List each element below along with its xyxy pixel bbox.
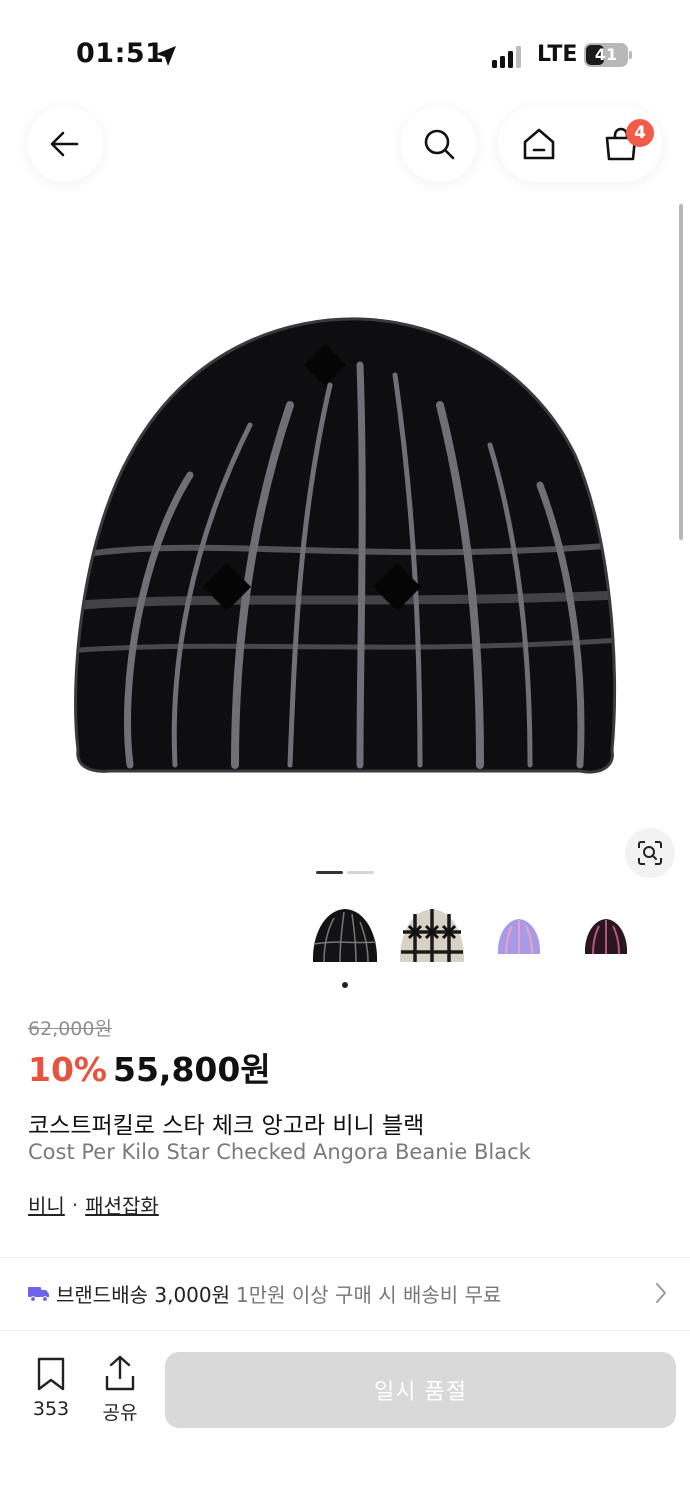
- truck-icon: [28, 1287, 49, 1302]
- variant-thumbnails: [310, 904, 658, 970]
- search-button[interactable]: [401, 106, 477, 182]
- product-title-english: Cost Per Kilo Star Checked Angora Beanie…: [28, 1140, 531, 1164]
- back-arrow-icon: [50, 131, 79, 157]
- shipping-info-row[interactable]: 브랜드배송 3,000원 1만원 이상 구매 시 배송비 무료: [28, 1272, 668, 1314]
- shipping-fee: 브랜드배송 3,000원: [56, 1282, 231, 1307]
- share-icon: [105, 1355, 135, 1391]
- discount-rate: 10%: [28, 1050, 107, 1089]
- bottom-action-bar: 353 공유 일시 품절: [0, 1336, 690, 1500]
- breadcrumb: 비니 · 패션잡화: [28, 1190, 159, 1219]
- visual-search-button[interactable]: [625, 828, 675, 878]
- breadcrumb-separator: ·: [71, 1192, 79, 1217]
- pager-dot: [347, 871, 374, 874]
- product-title-korean: 코스트퍼킬로 스타 체크 앙고라 비니 블랙: [28, 1113, 425, 1139]
- breadcrumb-subcategory[interactable]: 패션잡화: [85, 1190, 159, 1219]
- bookmark-icon: [37, 1357, 65, 1391]
- share-label: 공유: [102, 1402, 138, 1424]
- network-type: LTE: [537, 42, 578, 67]
- sale-price: 55,800원: [113, 1050, 271, 1089]
- selected-thumbnail-indicator: [342, 982, 348, 988]
- home-button[interactable]: [498, 106, 580, 182]
- status-bar: 01:51 LTE 41: [0, 0, 690, 100]
- scroll-indicator[interactable]: [679, 204, 683, 540]
- share-button[interactable]: 공유: [98, 1354, 142, 1425]
- thumbnail-lavender[interactable]: [484, 904, 554, 970]
- divider: [0, 1257, 690, 1258]
- battery-level: 41: [594, 45, 618, 64]
- cart-button[interactable]: 4: [580, 106, 662, 182]
- shipping-condition: 1만원 이상 구매 시 배송비 무료: [236, 1282, 502, 1307]
- search-icon: [424, 129, 455, 160]
- back-button[interactable]: [27, 106, 103, 182]
- pager-dot-active: [316, 871, 343, 874]
- status-time: 01:51: [76, 38, 165, 69]
- product-main-image[interactable]: [60, 305, 630, 785]
- bookmark-button[interactable]: 353: [28, 1356, 74, 1420]
- thumbnail-beige[interactable]: [397, 904, 467, 970]
- price-row: 10% 55,800원: [28, 1043, 271, 1091]
- home-cart-group: 4: [498, 106, 662, 182]
- cart-count-badge: 4: [626, 119, 654, 147]
- location-arrow-icon: [156, 46, 176, 66]
- original-price: 62,000원: [28, 1018, 112, 1040]
- image-pager: [316, 871, 374, 874]
- chevron-right-icon: [656, 1283, 666, 1303]
- divider: [0, 1330, 690, 1331]
- breadcrumb-category[interactable]: 비니: [28, 1190, 65, 1219]
- signal-bars-icon: [492, 46, 521, 68]
- thumbnail-black[interactable]: [310, 904, 380, 970]
- lens-scan-icon: [638, 841, 662, 865]
- thumbnail-burgundy[interactable]: [571, 904, 641, 970]
- home-icon: [523, 128, 555, 160]
- sold-out-button[interactable]: 일시 품절: [165, 1352, 676, 1428]
- battery-icon: 41: [584, 43, 632, 67]
- bookmark-count: 353: [32, 1398, 70, 1420]
